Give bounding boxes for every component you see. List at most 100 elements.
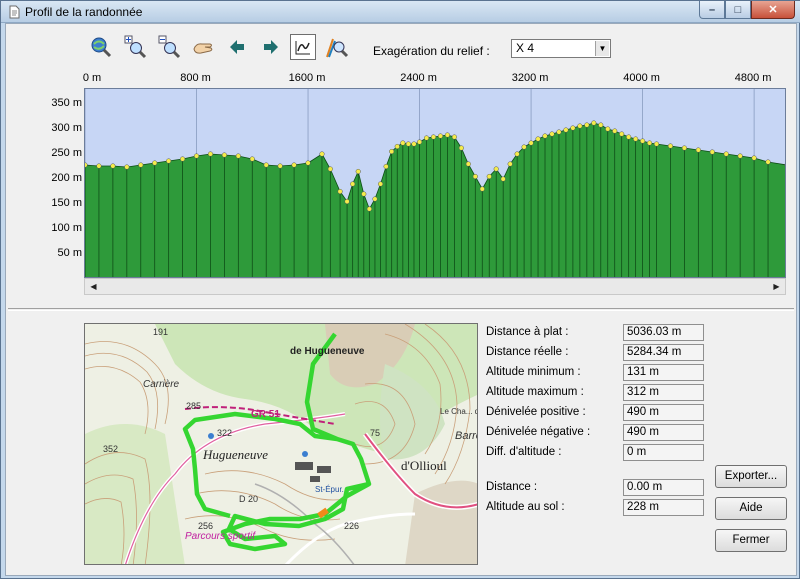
- profile-point[interactable]: [612, 128, 618, 134]
- profile-point[interactable]: [458, 145, 464, 151]
- profile-point[interactable]: [305, 160, 311, 166]
- profile-point[interactable]: [437, 133, 444, 139]
- close-window-button[interactable]: ✕: [751, 1, 795, 19]
- profile-point[interactable]: [249, 156, 255, 162]
- profile-point[interactable]: [152, 160, 158, 166]
- close-button[interactable]: Fermer: [715, 529, 787, 552]
- elevation-profile-chart[interactable]: [84, 88, 786, 278]
- profile-point[interactable]: [605, 126, 611, 132]
- profile-point[interactable]: [405, 141, 411, 147]
- horizontal-scrollbar[interactable]: ◀ ▶: [84, 278, 786, 295]
- profile-point[interactable]: [355, 168, 361, 175]
- profile-point[interactable]: [626, 134, 632, 140]
- profile-point[interactable]: [337, 188, 343, 195]
- profile-point[interactable]: [493, 166, 499, 172]
- profile-point[interactable]: [423, 135, 430, 141]
- profile-point[interactable]: [291, 162, 297, 168]
- profile-point[interactable]: [350, 181, 356, 187]
- profile-point[interactable]: [514, 151, 520, 157]
- profile-point[interactable]: [542, 133, 548, 139]
- profile-point[interactable]: [521, 144, 527, 150]
- zoom-in-button[interactable]: [122, 34, 148, 60]
- profile-point[interactable]: [263, 162, 269, 168]
- profile-point[interactable]: [647, 140, 653, 146]
- profile-point[interactable]: [389, 148, 395, 155]
- profile-point[interactable]: [598, 122, 604, 128]
- profile-point[interactable]: [444, 132, 450, 138]
- next-button[interactable]: [258, 34, 284, 60]
- splitter[interactable]: [8, 308, 794, 311]
- profile-point[interactable]: [465, 161, 471, 167]
- profile-point[interactable]: [180, 156, 186, 162]
- profile-point[interactable]: [377, 181, 384, 187]
- profile-point[interactable]: [138, 162, 144, 168]
- profile-point[interactable]: [751, 155, 757, 161]
- maximize-button[interactable]: □: [725, 1, 751, 19]
- help-button[interactable]: Aide: [715, 497, 787, 520]
- profile-point[interactable]: [640, 138, 646, 144]
- profile-point[interactable]: [193, 153, 200, 159]
- profile-point[interactable]: [584, 122, 590, 128]
- profile-point[interactable]: [166, 158, 172, 164]
- profile-point[interactable]: [327, 166, 333, 172]
- profile-point[interactable]: [366, 206, 372, 212]
- profile-point[interactable]: [695, 147, 701, 153]
- profile-point[interactable]: [344, 198, 350, 205]
- profile-point[interactable]: [667, 143, 674, 149]
- zoom-extent-button[interactable]: [88, 34, 114, 60]
- profile-point[interactable]: [619, 131, 625, 137]
- profile-point[interactable]: [430, 134, 437, 140]
- profile-point[interactable]: [361, 191, 367, 197]
- profile-point[interactable]: [507, 161, 513, 167]
- exaggeration-select[interactable]: X 4 ▼: [511, 39, 611, 58]
- profile-point[interactable]: [417, 139, 423, 145]
- profile-point[interactable]: [479, 186, 485, 192]
- profile-point[interactable]: [96, 163, 102, 169]
- scroll-right-button[interactable]: ▶: [768, 279, 785, 294]
- profile-select-button[interactable]: [290, 34, 316, 60]
- profile-point[interactable]: [653, 141, 660, 147]
- profile-point[interactable]: [723, 151, 729, 157]
- profile-point[interactable]: [400, 140, 406, 146]
- profile-point[interactable]: [235, 153, 241, 159]
- profile-point[interactable]: [633, 136, 639, 142]
- profile-point[interactable]: [277, 163, 283, 169]
- profile-point[interactable]: [737, 153, 743, 159]
- profile-point[interactable]: [765, 159, 771, 165]
- profile-point[interactable]: [570, 125, 576, 131]
- profile-point[interactable]: [372, 196, 378, 202]
- locate-button[interactable]: [324, 34, 350, 60]
- profile-point[interactable]: [563, 127, 569, 133]
- profile-point[interactable]: [383, 163, 389, 170]
- map-label-gr51: GR 51: [251, 409, 280, 420]
- export-button[interactable]: Exporter...: [715, 465, 787, 488]
- profile-point[interactable]: [556, 129, 562, 135]
- minimize-button[interactable]: –: [699, 1, 725, 19]
- pan-button[interactable]: [190, 34, 216, 60]
- profile-point[interactable]: [500, 176, 506, 182]
- previous-button[interactable]: [224, 34, 250, 60]
- profile-point[interactable]: [394, 143, 400, 150]
- chevron-down-icon[interactable]: ▼: [595, 41, 609, 56]
- scroll-left-button[interactable]: ◀: [85, 279, 102, 294]
- route-map[interactable]: 191 Carrière de Hugueneuve 285 322 GR 51…: [84, 323, 478, 565]
- profile-point[interactable]: [709, 149, 715, 155]
- profile-point[interactable]: [681, 145, 687, 151]
- profile-point[interactable]: [549, 131, 555, 137]
- profile-point[interactable]: [110, 163, 116, 169]
- profile-point[interactable]: [411, 141, 417, 147]
- profile-point[interactable]: [535, 136, 541, 142]
- profile-point[interactable]: [528, 140, 534, 146]
- profile-point[interactable]: [221, 152, 227, 158]
- profile-point[interactable]: [85, 162, 88, 168]
- profile-point[interactable]: [451, 134, 457, 140]
- profile-point[interactable]: [124, 164, 130, 170]
- profile-point[interactable]: [591, 120, 597, 126]
- profile-point[interactable]: [319, 151, 325, 157]
- profile-point[interactable]: [486, 173, 492, 180]
- title-bar[interactable]: Profil de la randonnée – □ ✕: [1, 1, 800, 23]
- profile-point[interactable]: [577, 123, 583, 129]
- profile-point[interactable]: [472, 173, 478, 180]
- zoom-out-button[interactable]: [156, 34, 182, 60]
- profile-point[interactable]: [207, 151, 214, 157]
